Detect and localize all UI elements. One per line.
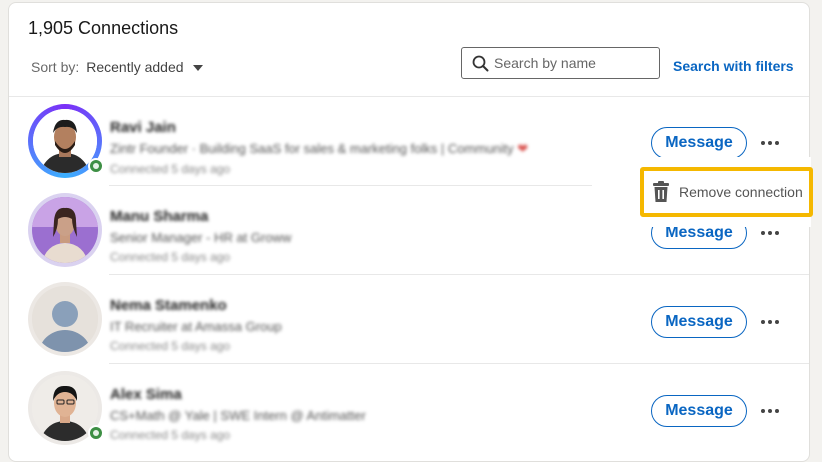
connection-name[interactable]: Ravi Jain — [110, 119, 528, 136]
headline-text: Zintr Founder · Building SaaS for sales … — [110, 141, 514, 156]
sort-label: Sort by: — [31, 59, 80, 75]
online-status-icon — [88, 425, 104, 441]
connections-count-title: 1,905 Connections — [28, 18, 179, 38]
online-status-icon — [88, 158, 104, 174]
connected-time: Connected 5 days ago — [110, 339, 231, 353]
connection-headline: CS+Math @ Yale | SWE Intern @ Antimatter — [110, 408, 366, 423]
search-by-name-field[interactable] — [461, 47, 660, 79]
remove-connection-label: Remove connection — [679, 184, 803, 200]
more-options-icon[interactable] — [758, 399, 782, 423]
connection-headline: Zintr Founder · Building SaaS for sales … — [110, 141, 528, 157]
message-button[interactable]: Message — [651, 306, 747, 338]
avatar[interactable] — [28, 371, 104, 445]
connection-info[interactable]: Ravi Jain Zintr Founder · Building SaaS … — [110, 119, 528, 176]
connection-info[interactable]: Manu Sharma Senior Manager - HR at Groww… — [110, 208, 291, 264]
sort-dropdown[interactable]: Sort by: Recently added — [31, 59, 203, 75]
caret-down-icon — [192, 64, 203, 71]
remove-connection-menu-item[interactable]: Remove connection — [640, 167, 813, 217]
connection-headline: Senior Manager - HR at Groww — [110, 230, 292, 245]
connection-row: Alex Sima CS+Math @ Yale | SWE Intern @ … — [9, 364, 809, 453]
search-with-filters-link[interactable]: Search with filters — [673, 58, 794, 74]
more-options-icon[interactable] — [758, 310, 782, 334]
connected-time: Connected 5 days ago — [110, 162, 231, 176]
connection-info[interactable]: Nema Stamenko IT Recruiter at Amassa Gro… — [110, 297, 282, 353]
connected-time: Connected 5 days ago — [110, 250, 231, 264]
connection-row: Nema Stamenko IT Recruiter at Amassa Gro… — [9, 275, 809, 364]
trash-icon — [653, 181, 669, 202]
connection-name[interactable]: Nema Stamenko — [110, 297, 282, 314]
message-button[interactable]: Message — [651, 127, 747, 159]
connections-card: 1,905 Connections Sort by: Recently adde… — [8, 2, 813, 462]
sort-value: Recently added — [86, 59, 184, 75]
connection-headline: IT Recruiter at Amassa Group — [110, 319, 282, 334]
search-input[interactable] — [494, 55, 644, 71]
avatar[interactable] — [28, 282, 102, 356]
connection-info[interactable]: Alex Sima CS+Math @ Yale | SWE Intern @ … — [110, 386, 366, 442]
search-icon — [472, 55, 489, 71]
avatar[interactable] — [28, 193, 102, 267]
heart-icon: ❤ — [517, 141, 529, 156]
more-options-icon[interactable] — [758, 131, 782, 155]
avatar[interactable] — [28, 104, 104, 178]
connected-time: Connected 5 days ago — [110, 428, 231, 442]
message-button[interactable]: Message — [651, 395, 747, 427]
connection-name[interactable]: Alex Sima — [110, 386, 366, 403]
connection-name[interactable]: Manu Sharma — [110, 208, 291, 225]
